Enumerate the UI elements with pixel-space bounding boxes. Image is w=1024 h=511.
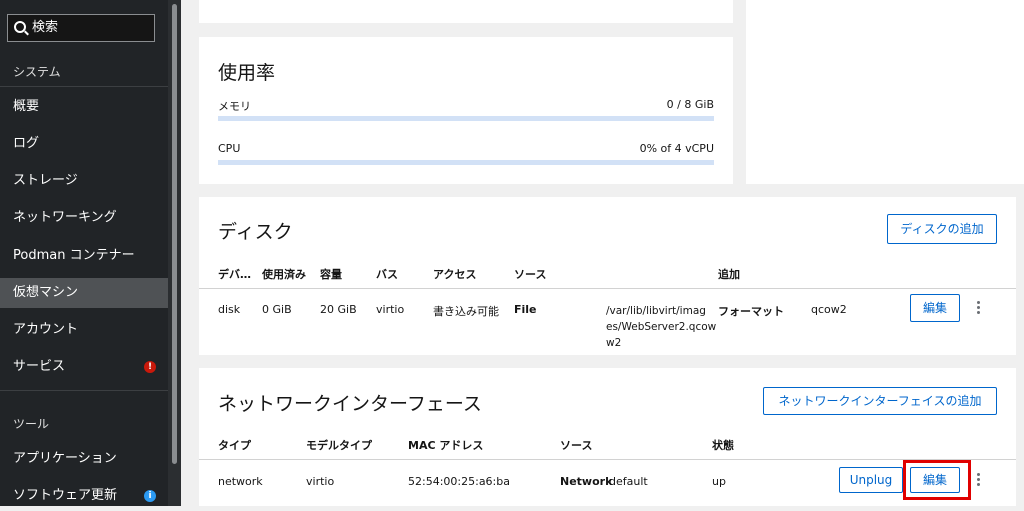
nic-type: network <box>218 475 263 488</box>
col-header-model: モデルタイプ <box>306 439 372 452</box>
disk-access: 書き込み可能 <box>433 305 499 318</box>
sidebar-item-label: サービス <box>13 359 66 374</box>
search-input[interactable]: 検索 <box>7 14 155 42</box>
nic-source-value: default <box>609 475 648 488</box>
sidebar-item-virtual-machines[interactable]: 仮想マシン <box>0 278 168 308</box>
sidebar-item-podman[interactable]: Podman コンテナー <box>0 241 168 271</box>
disk-bus: virtio <box>376 303 405 316</box>
sidebar-item-software-updates[interactable]: ソフトウェア更新 i <box>0 481 168 511</box>
nav-divider <box>0 390 168 391</box>
table-divider <box>199 288 1016 289</box>
col-header-capacity: 容量 <box>320 268 342 281</box>
disk-kebab-menu-icon[interactable] <box>977 301 980 316</box>
sidebar-item-label: 概要 <box>13 99 40 114</box>
highlight-box <box>903 460 971 500</box>
unplug-button[interactable]: Unplug <box>839 467 903 493</box>
sidebar-item-label: 仮想マシン <box>13 285 79 300</box>
disks-title: ディスク <box>218 221 293 243</box>
nav-section-tools: ツール <box>13 417 50 431</box>
table-divider <box>199 459 1016 460</box>
nav-divider <box>0 86 168 87</box>
search-icon <box>14 21 26 33</box>
sidebar-item-label: ソフトウェア更新 <box>13 488 118 503</box>
disk-device: disk <box>218 303 241 316</box>
usage-title: 使用率 <box>218 62 276 84</box>
disk-source-path: /var/lib/libvirt/imag es/WebServer2.qcow… <box>606 303 716 351</box>
info-icon: i <box>144 490 156 502</box>
disk-source-type: File <box>514 303 537 316</box>
nic-mac: 52:54:00:25:a6:ba <box>408 475 510 488</box>
disk-edit-button[interactable]: 編集 <box>910 294 960 322</box>
sidebar-item-overview[interactable]: 概要 <box>0 92 168 122</box>
memory-value: 0 / 8 GiB <box>666 98 714 111</box>
path-line: es/WebServer2.qcow <box>606 321 717 333</box>
path-line: w2 <box>606 337 622 349</box>
nav-section-system: システム <box>13 65 61 79</box>
sidebar-item-label: アカウント <box>13 322 79 337</box>
col-header-used: 使用済み <box>262 268 306 281</box>
nic-model: virtio <box>306 475 335 488</box>
sidebar-item-label: ログ <box>13 136 40 151</box>
sidebar-item-logs[interactable]: ログ <box>0 129 168 159</box>
sidebar-item-label: アプリケーション <box>13 451 117 466</box>
col-header-bus: バス <box>376 268 398 281</box>
col-header-source: ソース <box>560 439 593 452</box>
nic-state: up <box>712 475 726 488</box>
disks-card: ディスク ディスクの追加 デバ… 使用済み 容量 バス アクセス ソース 追加 … <box>199 197 1016 355</box>
col-header-device: デバ… <box>218 268 251 281</box>
usage-card: 使用率 メモリ 0 / 8 GiB CPU 0% of 4 vCPU <box>199 37 733 184</box>
col-header-type: タイプ <box>218 439 251 452</box>
col-header-extra: 追加 <box>718 268 740 281</box>
sidebar-scroll-thumb[interactable] <box>172 4 177 464</box>
sidebar-item-label: ストレージ <box>13 173 78 188</box>
side-card <box>746 0 1024 184</box>
add-network-interface-button[interactable]: ネットワークインターフェイスの追加 <box>763 387 997 415</box>
sidebar-item-label: ネットワーキング <box>13 210 117 225</box>
sidebar-item-networking[interactable]: ネットワーキング <box>0 203 168 233</box>
alert-icon: ! <box>144 361 156 373</box>
add-disk-button[interactable]: ディスクの追加 <box>887 214 997 244</box>
memory-progress-bar <box>218 116 714 121</box>
nic-source-type: Network <box>560 475 613 488</box>
network-title: ネットワークインターフェース <box>218 393 482 415</box>
col-header-source: ソース <box>514 268 547 281</box>
path-line: /var/lib/libvirt/imag <box>606 305 706 317</box>
col-header-state: 状態 <box>712 439 734 452</box>
sidebar-item-services[interactable]: サービス ! <box>0 352 168 382</box>
disk-used: 0 GiB <box>262 303 292 316</box>
sidebar: 検索 システム 概要 ログ ストレージ ネットワーキング Podman コンテナ… <box>0 0 181 506</box>
search-text: 検索 <box>32 20 59 35</box>
disk-capacity: 20 GiB <box>320 303 357 316</box>
sidebar-item-accounts[interactable]: アカウント <box>0 315 168 345</box>
nic-kebab-menu-icon[interactable] <box>977 473 980 488</box>
overview-card <box>199 0 733 23</box>
disk-format-value: qcow2 <box>811 303 847 316</box>
col-header-mac: MAC アドレス <box>408 439 484 452</box>
sidebar-item-label: Podman コンテナー <box>13 248 135 263</box>
sidebar-item-storage[interactable]: ストレージ <box>0 166 168 196</box>
cpu-progress-bar <box>218 160 714 165</box>
cpu-value: 0% of 4 vCPU <box>639 142 714 155</box>
disk-format-label: フォーマット <box>718 305 784 318</box>
cpu-label: CPU <box>218 142 241 155</box>
network-card: ネットワークインターフェース ネットワークインターフェイスの追加 タイプ モデル… <box>199 368 1016 506</box>
col-header-access: アクセス <box>433 268 477 281</box>
memory-label: メモリ <box>218 100 251 113</box>
sidebar-item-applications[interactable]: アプリケーション <box>0 444 168 474</box>
